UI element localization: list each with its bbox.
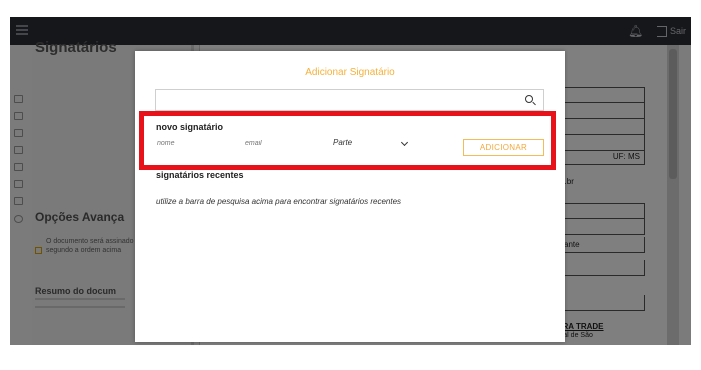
recent-signatories-hint: utilize a barra de pesquisa acima para e… — [156, 197, 402, 206]
recent-signatories-label: signatários recentes — [156, 170, 244, 180]
search-box[interactable] — [155, 89, 544, 111]
search-icon[interactable] — [525, 95, 533, 103]
search-input[interactable] — [162, 93, 512, 107]
highlight-box — [139, 111, 556, 170]
add-signatory-dialog: Adicionar Signatário novo signatário Par… — [135, 51, 565, 342]
dialog-title: Adicionar Signatário — [305, 67, 395, 78]
